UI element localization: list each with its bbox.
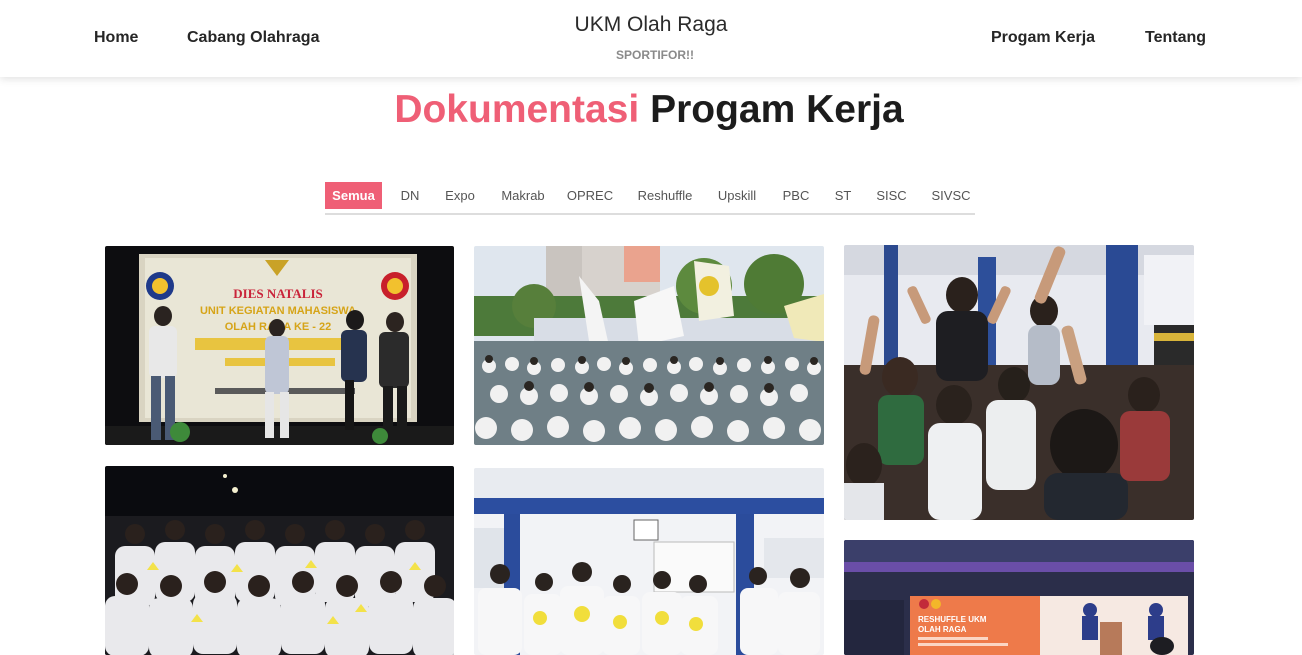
gallery-filter-bar: Semua DN Expo Makrab OPREC Reshuffle Ups… <box>325 182 975 215</box>
gallery-photo-reshuffle[interactable]: RESHUFFLE UKM OLAH RAGA <box>844 540 1194 655</box>
gallery-photo-field-crowd[interactable] <box>474 246 824 445</box>
filter-sisc[interactable]: SISC <box>873 182 910 209</box>
filter-sivsc[interactable]: SIVSC <box>929 182 973 209</box>
filter-semua[interactable]: Semua <box>325 182 382 209</box>
photo-cheering-crowd-image <box>844 245 1194 520</box>
gallery-photo-cheering-crowd[interactable] <box>844 245 1194 520</box>
gallery-photo-dies-natalis[interactable]: DIES NATALIS UNIT KEGIATAN MAHASISWA OLA… <box>105 246 454 445</box>
reshuffle-screen-line1: RESHUFFLE UKM <box>918 615 987 624</box>
section-title-accent: Dokumentasi <box>394 88 640 131</box>
filter-reshuffle[interactable]: Reshuffle <box>635 182 695 209</box>
photo-field-crowd-image <box>474 246 824 445</box>
gallery-photo-indoor-group[interactable] <box>474 468 824 655</box>
nav-tentang-link[interactable]: Tentang <box>1145 29 1206 47</box>
section-title-rest: Progam Kerja <box>650 88 904 131</box>
filter-makrab[interactable]: Makrab <box>497 182 549 209</box>
nav-progam-kerja-link[interactable]: Progam Kerja <box>991 29 1095 47</box>
brand-subtitle: SPORTIFOR!! <box>616 48 694 62</box>
photo-reshuffle-image: RESHUFFLE UKM OLAH RAGA <box>844 540 1194 655</box>
photo-indoor-group-image <box>474 468 824 655</box>
filter-expo[interactable]: Expo <box>440 182 480 209</box>
gallery-photo-group-night[interactable] <box>105 466 454 655</box>
brand-title: UKM Olah Raga <box>574 13 728 36</box>
dies-banner-line2: UNIT KEGIATAN MAHASISWA <box>200 305 356 317</box>
filter-dn[interactable]: DN <box>395 182 425 209</box>
filter-upskill[interactable]: Upskill <box>714 182 760 209</box>
photo-group-night-image <box>105 466 454 655</box>
filter-oprec[interactable]: OPREC <box>566 182 614 209</box>
reshuffle-screen-line2: OLAH RAGA <box>918 625 967 634</box>
dies-banner-line1: DIES NATALIS <box>233 286 322 301</box>
navbar: Home Cabang Olahraga UKM Olah Raga SPORT… <box>0 0 1302 77</box>
photo-dies-natalis-image: DIES NATALIS UNIT KEGIATAN MAHASISWA OLA… <box>105 246 454 445</box>
filter-pbc[interactable]: PBC <box>780 182 812 209</box>
section-title: Dokumentasi Progam Kerja <box>0 88 1298 132</box>
filter-st[interactable]: ST <box>831 182 855 209</box>
